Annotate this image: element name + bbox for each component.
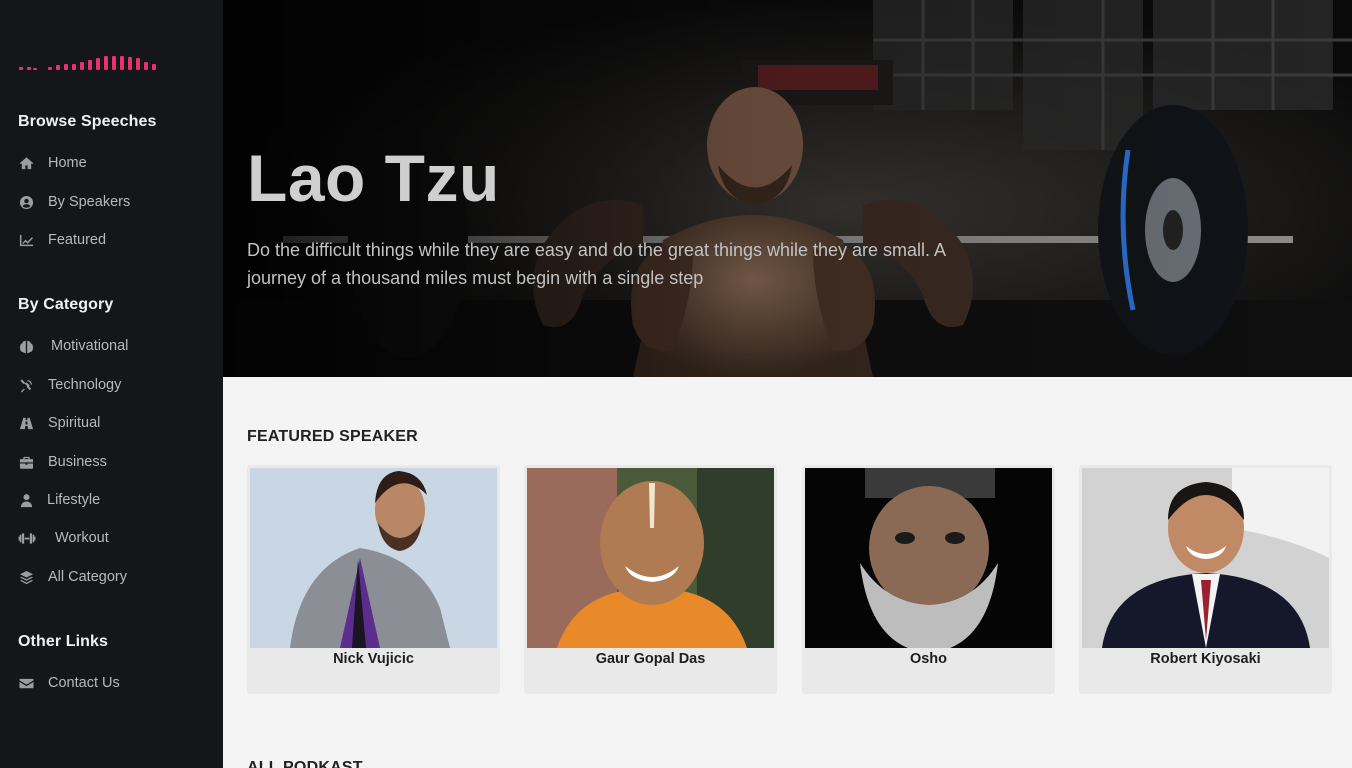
user-circle-icon <box>18 194 34 210</box>
nav-item-label: By Speakers <box>48 194 131 210</box>
hero-banner: Lao Tzu Do the difficult things while th… <box>223 0 1352 377</box>
nav-item-label: Technology <box>48 377 122 393</box>
road-icon <box>18 415 34 431</box>
speaker-card[interactable]: Gaur Gopal Das <box>524 465 777 694</box>
nav-item-spiritual[interactable]: Spiritual <box>18 412 100 434</box>
hero-quote: Do the difficult things while they are e… <box>247 240 946 288</box>
speaker-name: Robert Kiyosaki <box>1150 651 1261 667</box>
speaker-card[interactable]: Osho <box>802 465 1055 694</box>
nav-item-by-speakers[interactable]: By Speakers <box>18 191 130 213</box>
layers-icon <box>18 569 34 585</box>
nav-item-label: Contact Us <box>48 675 120 691</box>
speaker-name: Gaur Gopal Das <box>595 651 706 667</box>
home-icon <box>18 155 34 171</box>
equalizer-logo[interactable] <box>19 50 159 70</box>
speaker-photo <box>805 468 1052 648</box>
speaker-photo <box>1082 468 1329 648</box>
speaker-photo <box>250 468 497 648</box>
nav-heading-browse: Browse Speeches <box>18 113 157 130</box>
briefcase-icon <box>18 454 34 470</box>
nav-item-label: Motivational <box>51 338 129 354</box>
nav-item-lifestyle[interactable]: Lifestyle <box>18 489 100 511</box>
chart-line-icon <box>18 232 34 248</box>
dumbbell-icon <box>18 530 36 546</box>
nav-heading-category: By Category <box>18 296 114 313</box>
nav-item-workout[interactable]: Workout <box>18 527 109 549</box>
nav-item-label: Lifestyle <box>47 492 101 508</box>
nav-item-label: Business <box>48 454 107 470</box>
nav-item-contact-us[interactable]: Contact Us <box>18 672 120 694</box>
nav-item-motivational[interactable]: Motivational <box>18 335 128 357</box>
nav-item-technology[interactable]: Technology <box>18 374 121 396</box>
nav-item-featured[interactable]: Featured <box>18 229 106 251</box>
speaker-name: Nick Vujicic <box>333 651 414 667</box>
sidebar: Browse Speeches Home By Speakers Feature… <box>0 0 223 768</box>
nav-item-label: Workout <box>55 530 109 546</box>
nav-item-label: Spiritual <box>48 415 101 431</box>
nav-item-business[interactable]: Business <box>18 451 107 473</box>
speaker-name: Osho <box>909 651 948 667</box>
hero-title: Lao Tzu <box>247 141 500 215</box>
satellite-icon <box>18 377 34 393</box>
nav-heading-other-links: Other Links <box>18 633 109 650</box>
all-podcast-heading: ALL PODKAST <box>247 759 363 768</box>
nav-item-all-category[interactable]: All Category <box>18 566 127 588</box>
envelope-icon <box>18 675 34 691</box>
nav-item-home[interactable]: Home <box>18 152 87 174</box>
nav-item-label: Featured <box>48 232 107 248</box>
speaker-card[interactable]: Nick Vujicic <box>247 465 500 694</box>
user-icon <box>18 492 34 508</box>
speaker-card[interactable]: Robert Kiyosaki <box>1079 465 1332 694</box>
nav-item-label: All Category <box>48 569 127 585</box>
nav-item-label: Home <box>48 155 87 171</box>
brain-icon <box>18 338 34 354</box>
speaker-photo <box>527 468 774 648</box>
featured-speaker-heading: FEATURED SPEAKER <box>247 428 418 445</box>
